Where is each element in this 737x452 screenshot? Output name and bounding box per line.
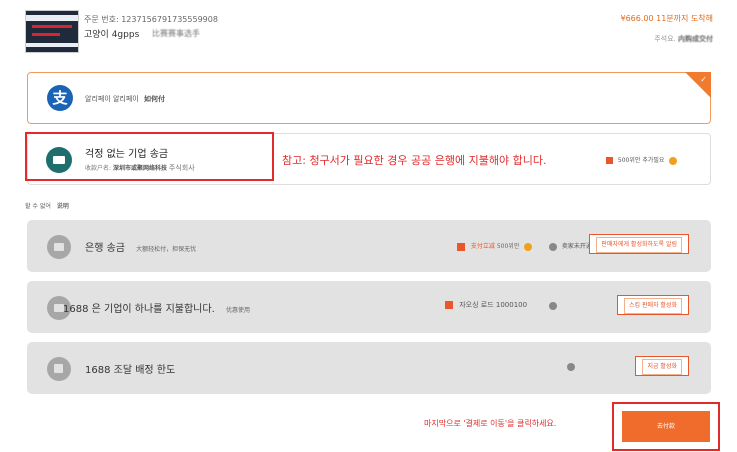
unavailable-extra: 说明: [56, 203, 69, 210]
skip-seller-activate-label: 스킵 판매자 활성화: [624, 298, 682, 314]
remark: 주석요. 内购成交付: [654, 34, 713, 44]
product-thumbnail: [25, 10, 79, 53]
alipay-label-text: 알리페이 알리페이: [85, 95, 139, 103]
discount-tag-icon: [606, 157, 613, 164]
price-deadline: ¥666.00 11분까지 도착해: [620, 14, 713, 23]
help-icon[interactable]: [524, 242, 533, 251]
pay-button[interactable]: 去付款: [622, 411, 710, 442]
bank-transfer-promo-amount: 500위안: [496, 243, 520, 250]
enterprise-status: [549, 302, 560, 310]
enterprise-title: 1688 은 기업이 하나를 지불합니다. 优惠使用: [63, 300, 250, 315]
notify-seller-button[interactable]: 판매자에게 활성화하도록 알림: [589, 234, 689, 254]
unavailable-section-label: 할 수 없어 说明: [25, 201, 69, 210]
unavailable-label: 할 수 없어: [25, 203, 51, 210]
corporate-note: 참고: 청구서가 필요한 경우 공공 은행에 지불해야 합니다.: [282, 154, 547, 167]
bank-transfer-note: 大额轻松付，担保无忧: [136, 246, 197, 253]
enterprise-note: 优惠使用: [225, 307, 250, 314]
payment-option-1688-enterprise: 1688 은 기업이 하나를 지불합니다. 优惠使用 자오싱 로드 100010…: [27, 281, 711, 333]
discount-tag-icon: [445, 301, 453, 309]
bank-transfer-title-text: 은행 송금: [85, 243, 125, 254]
remark-value: 内购成交付: [678, 35, 713, 43]
skip-seller-activate-button[interactable]: 스킵 판매자 활성화: [617, 295, 689, 315]
enterprise-title-text: 1688 은 기업이 하나를 지불합니다.: [63, 304, 215, 315]
corporate-highlight-box: [25, 132, 274, 181]
corporate-fee: 500위안 추가필요: [606, 155, 678, 165]
pay-hint: 마지막으로 '결제로 이동'을 클릭하세요.: [424, 419, 557, 428]
payment-option-bank-transfer: 은행 송금 大额轻松付，担保无忧 支付立减 500위안 卖家未开通 판매자에게 …: [27, 220, 711, 272]
order-number: 주문 번호: 1237156791735559908: [84, 15, 218, 24]
enterprise-promo-text: 자오싱 로드 1000100: [459, 301, 528, 309]
alipay-label: 알리페이 알리페이 如何付: [85, 94, 165, 104]
enterprise-promo: 자오싱 로드 1000100: [445, 300, 527, 310]
help-icon[interactable]: [669, 156, 678, 165]
status-icon: [549, 242, 557, 251]
remark-label: 주석요.: [654, 35, 676, 43]
bank-transfer-status: 卖家未开通: [549, 241, 592, 251]
discount-tag-icon: [457, 242, 465, 251]
corporate-fee-text: 500위안 추가필요: [617, 157, 665, 164]
wallet-icon: [47, 357, 71, 381]
bank-transfer-promo: 支付立减 500위안: [457, 241, 533, 251]
bank-card-icon: [47, 235, 71, 259]
payment-option-procurement-credit: 1688 조달 배정 한도 지금 활성화: [27, 342, 711, 394]
payment-option-alipay[interactable]: ✓ 支 알리페이 알리페이 如何付: [27, 72, 711, 124]
product-name: 고양이 4gpps: [84, 30, 140, 40]
alipay-label-extra: 如何付: [143, 95, 165, 103]
bank-transfer-promo-text: 支付立减: [470, 243, 495, 250]
alipay-icon: 支: [47, 85, 73, 111]
procurement-status: [567, 363, 578, 371]
activate-now-button[interactable]: 지금 활성화: [635, 356, 689, 376]
check-icon: ✓: [700, 75, 707, 84]
bank-transfer-title: 은행 송금 大额轻松付，担保无忧: [85, 239, 196, 254]
procurement-title: 1688 조달 배정 한도: [85, 365, 176, 376]
selected-corner: [685, 72, 711, 98]
notify-seller-button-label: 판매자에게 활성화하도록 알림: [596, 237, 682, 253]
activate-now-label: 지금 활성화: [642, 359, 682, 375]
status-icon: [567, 363, 575, 371]
status-icon: [549, 302, 557, 310]
bank-transfer-status-text: 卖家未开通: [561, 243, 592, 250]
product-extra: 比赛赛事选手: [152, 29, 200, 38]
